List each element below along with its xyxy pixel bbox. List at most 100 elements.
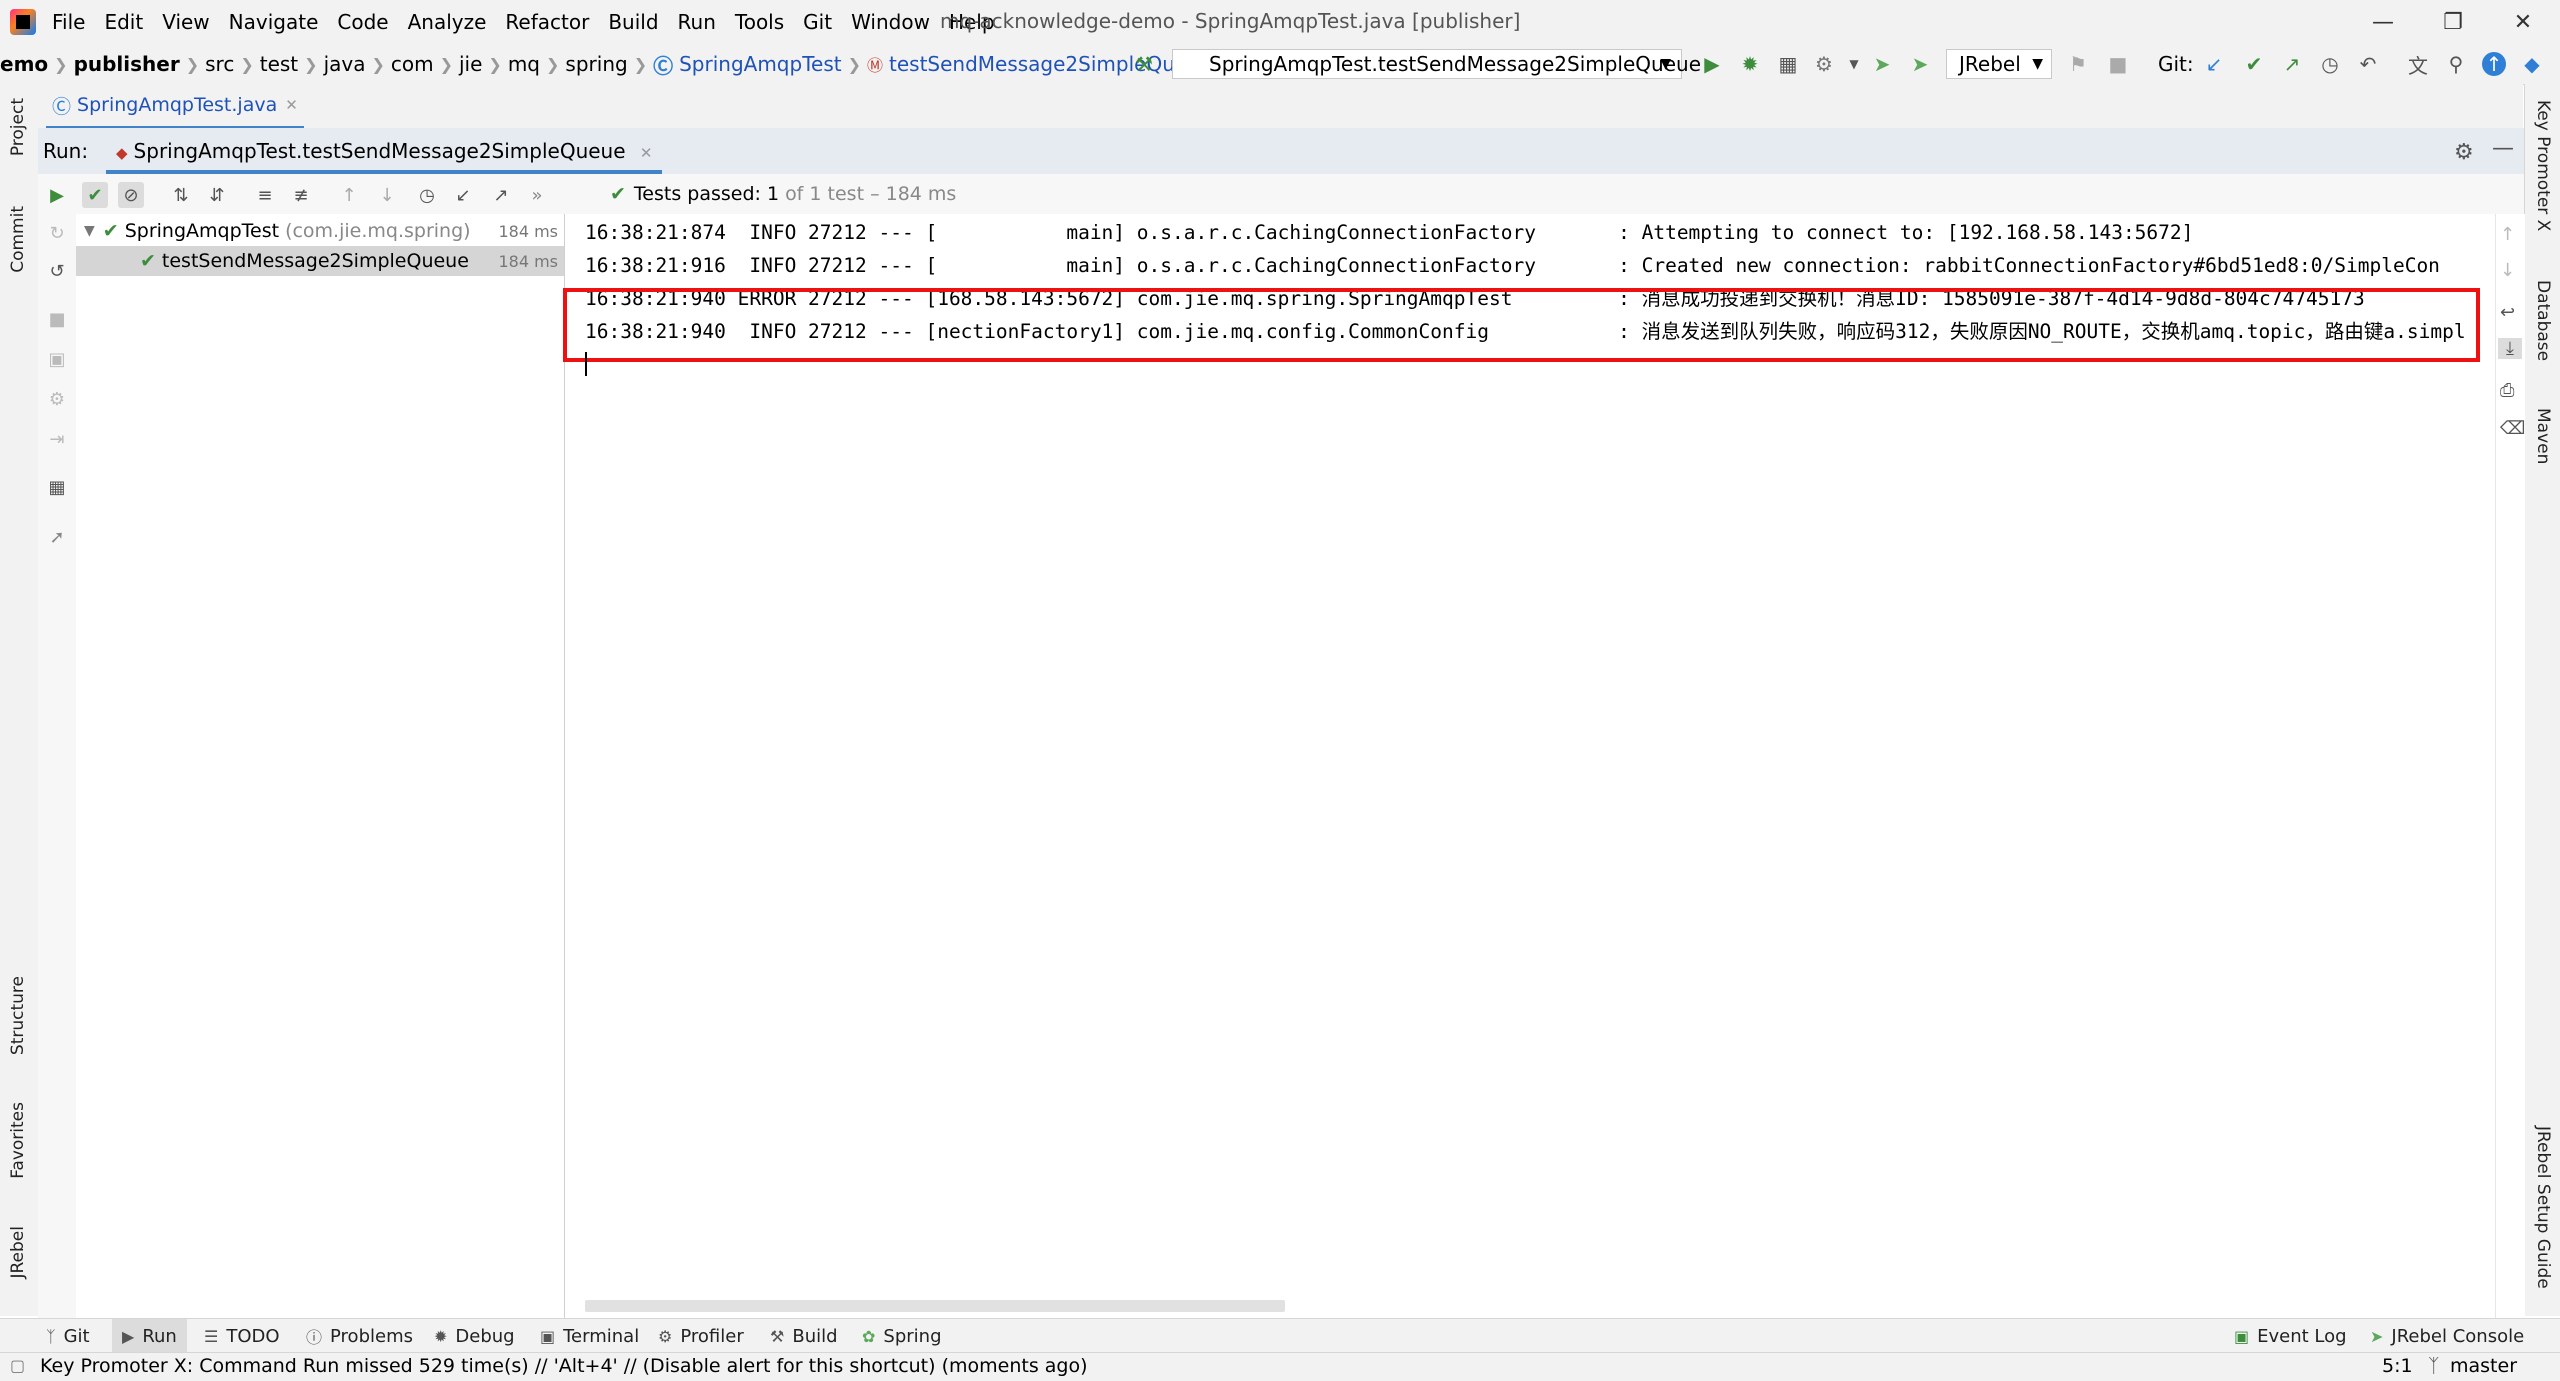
- layout-icon[interactable]: ▦: [44, 474, 70, 500]
- breadcrumb-java[interactable]: java: [324, 52, 366, 76]
- hide-panel-icon[interactable]: —: [2492, 136, 2514, 161]
- plugin-icon[interactable]: ◆: [2520, 52, 2544, 76]
- expand-all-icon[interactable]: ≡: [252, 182, 278, 208]
- bottom-tool-debug[interactable]: ✹ Debug: [434, 1319, 515, 1353]
- history-icon[interactable]: ◷: [2318, 52, 2342, 76]
- show-passed-icon[interactable]: ✔: [82, 182, 108, 208]
- run-icon[interactable]: ▶: [1700, 52, 1724, 76]
- horizontal-scrollbar[interactable]: [585, 1300, 1285, 1312]
- restore-button[interactable]: ❐: [2420, 0, 2486, 44]
- test-history-icon[interactable]: ◷: [414, 182, 440, 208]
- bottom-tool-jrebel-console[interactable]: ➤ JRebel Console: [2370, 1319, 2524, 1353]
- bottom-tool-spring[interactable]: ✿ Spring: [862, 1319, 942, 1353]
- profile-icon[interactable]: ⚙: [1812, 52, 1836, 76]
- breadcrumb-class[interactable]: SpringAmqpTest: [679, 52, 841, 76]
- bottom-tool-git[interactable]: ᛉ Git: [46, 1319, 90, 1353]
- coverage-icon[interactable]: ▦: [1776, 52, 1800, 76]
- attach-icon[interactable]: ⚑: [2066, 52, 2090, 76]
- menu-navigate[interactable]: Navigate: [229, 10, 319, 34]
- breadcrumb-method[interactable]: testSendMessage2SimpleQueue: [889, 52, 1212, 76]
- tool-commit[interactable]: Commit: [8, 206, 28, 273]
- breadcrumb-test[interactable]: test: [260, 52, 298, 76]
- translate-icon[interactable]: 文: [2406, 52, 2430, 78]
- breadcrumb-jie[interactable]: jie: [459, 52, 482, 76]
- git-commit-icon[interactable]: ✔: [2242, 52, 2266, 76]
- tool-project[interactable]: Project: [8, 98, 28, 156]
- bottom-tool-terminal[interactable]: ▣ Terminal: [540, 1319, 639, 1353]
- previous-failed-icon[interactable]: ↑: [336, 182, 362, 208]
- layout-toggle-icon[interactable]: ▢: [10, 1356, 25, 1375]
- print-icon[interactable]: ⎙: [2500, 380, 2514, 401]
- next-failed-icon[interactable]: ↓: [374, 182, 400, 208]
- tool-key-promoter-x[interactable]: Key Promoter X: [2533, 100, 2553, 231]
- tool-jrebel[interactable]: JRebel: [8, 1226, 28, 1279]
- export-tests-icon[interactable]: ↗: [488, 182, 514, 208]
- more-icon[interactable]: »: [524, 182, 550, 208]
- git-update-icon[interactable]: ↙: [2202, 52, 2226, 76]
- menu-git[interactable]: Git: [803, 10, 832, 34]
- rerun-icon[interactable]: ▶: [44, 182, 70, 208]
- breadcrumb-src[interactable]: src: [205, 52, 234, 76]
- breadcrumb-module[interactable]: publisher: [74, 52, 180, 76]
- collapse-all-icon[interactable]: ≢: [288, 182, 314, 208]
- tree-row-root[interactable]: ▼ ✔ SpringAmqpTest (com.jie.mq.spring) 1…: [76, 216, 564, 246]
- jrebel-debug-icon[interactable]: ➤: [1908, 52, 1932, 76]
- editor-tab[interactable]: Ⓒ SpringAmqpTest.java ✕: [46, 84, 304, 129]
- build-hammer-icon[interactable]: ⚒: [1132, 52, 1156, 76]
- rerun-failed-icon[interactable]: ↻: [44, 220, 70, 246]
- tool-database[interactable]: Database: [2533, 280, 2553, 361]
- bottom-tool-problems[interactable]: ⓘ Problems: [306, 1319, 413, 1353]
- git-push-icon[interactable]: ↗: [2280, 52, 2304, 76]
- menu-run[interactable]: Run: [678, 10, 716, 34]
- menu-edit[interactable]: Edit: [104, 10, 143, 34]
- settings-gear-icon[interactable]: ⚙: [2454, 140, 2474, 165]
- scroll-to-end-icon[interactable]: ⤓: [2498, 338, 2522, 359]
- tool-structure[interactable]: Structure: [8, 976, 28, 1055]
- menu-view[interactable]: View: [162, 10, 209, 34]
- update-icon[interactable]: ↑: [2482, 52, 2506, 76]
- menu-tools[interactable]: Tools: [735, 10, 784, 34]
- pin-icon[interactable]: ➚: [44, 524, 70, 550]
- menu-file[interactable]: File: [52, 10, 85, 34]
- status-message[interactable]: Key Promoter X: Command Run missed 529 t…: [40, 1355, 1088, 1377]
- soft-wrap-icon[interactable]: ↩: [2500, 302, 2515, 323]
- debug-icon[interactable]: ✹: [1738, 52, 1762, 76]
- bottom-tool-build[interactable]: ⚒ Build: [770, 1319, 838, 1353]
- bottom-tool-event-log[interactable]: ▣ Event Log: [2234, 1319, 2347, 1353]
- breadcrumb-com[interactable]: com: [391, 52, 434, 76]
- scroll-up-icon[interactable]: ↑: [2500, 224, 2515, 245]
- rollback-icon[interactable]: ↶: [2356, 52, 2380, 76]
- minimize-button[interactable]: —: [2350, 0, 2416, 44]
- bottom-tool-run[interactable]: ▶ Run: [112, 1319, 187, 1353]
- tool-favorites[interactable]: Favorites: [8, 1102, 28, 1179]
- caret-position[interactable]: 5:1: [2382, 1355, 2413, 1377]
- trash-icon[interactable]: ⌫: [2500, 418, 2525, 439]
- chevron-down-icon[interactable]: ▼: [84, 223, 95, 239]
- bottom-tool-profiler[interactable]: ⚙ Profiler: [658, 1319, 744, 1353]
- import-tests-icon[interactable]: ↙: [450, 182, 476, 208]
- jrebel-run-icon[interactable]: ➤: [1870, 52, 1894, 76]
- stop-icon[interactable]: ■: [2106, 52, 2130, 76]
- camera-icon[interactable]: ▣: [44, 346, 70, 372]
- sort-alphabetically-icon[interactable]: ⇅: [168, 182, 194, 208]
- search-icon[interactable]: ⚲: [2444, 52, 2468, 76]
- close-button[interactable]: ✕: [2490, 0, 2556, 44]
- close-icon[interactable]: ✕: [285, 96, 298, 114]
- scroll-down-icon[interactable]: ↓: [2500, 260, 2515, 281]
- breadcrumb-mq[interactable]: mq: [508, 52, 540, 76]
- breadcrumb-spring[interactable]: spring: [565, 52, 627, 76]
- breadcrumb-project[interactable]: emo: [0, 52, 48, 76]
- close-icon[interactable]: ✕: [640, 144, 653, 162]
- sort-by-duration-icon[interactable]: ⇵: [204, 182, 230, 208]
- menu-refactor[interactable]: Refactor: [505, 10, 589, 34]
- tool-jrebel-setup-guide[interactable]: JRebel Setup Guide: [2533, 1126, 2553, 1289]
- exit-icon[interactable]: ⇥: [44, 426, 70, 452]
- show-ignored-icon[interactable]: ⊘: [118, 182, 144, 208]
- chevron-down-icon[interactable]: ▼: [1842, 52, 1866, 76]
- menu-build[interactable]: Build: [608, 10, 658, 34]
- git-branch[interactable]: master: [2450, 1355, 2517, 1377]
- toggle-autotest-icon[interactable]: ↺: [44, 258, 70, 284]
- console-output[interactable]: 16:38:21:874 INFO 27212 --- [ main] o.s.…: [565, 214, 2495, 1318]
- settings-icon[interactable]: ⚙: [44, 386, 70, 412]
- run-configuration-select[interactable]: SpringAmqpTest.testSendMessage2SimpleQue…: [1172, 49, 1701, 79]
